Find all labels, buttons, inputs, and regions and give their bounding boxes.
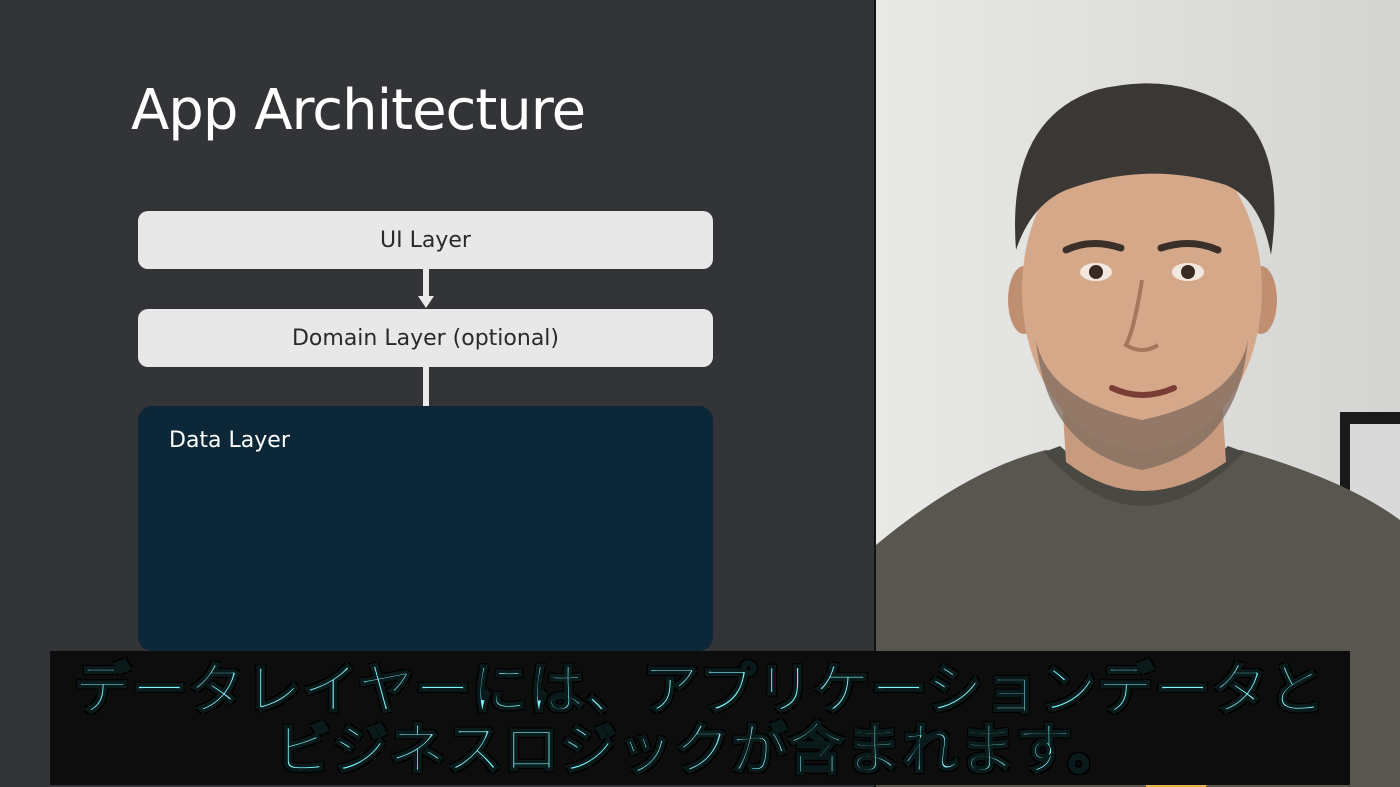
subtitle-line-2: ビジネスロジックが含まれます。 bbox=[274, 718, 1125, 783]
ui-layer-label: UI Layer bbox=[380, 227, 471, 253]
ui-layer-box: UI Layer bbox=[138, 211, 713, 269]
subtitle-line-1: データレイヤーには、アプリケーションデータと bbox=[73, 658, 1326, 723]
slide-title: App Architecture bbox=[131, 78, 586, 143]
domain-layer-box: Domain Layer (optional) bbox=[138, 309, 713, 367]
domain-layer-label: Domain Layer (optional) bbox=[291, 325, 560, 351]
ui-to-domain-connector bbox=[423, 269, 429, 299]
subtitle-bar: データレイヤーには、アプリケーションデータと ビジネスロジックが含まれます。 bbox=[50, 651, 1350, 785]
data-layer-box: Data Layer bbox=[138, 406, 713, 651]
arrow-down-icon bbox=[418, 296, 434, 308]
domain-to-data-connector bbox=[423, 367, 429, 407]
data-layer-label: Data Layer bbox=[169, 428, 290, 453]
